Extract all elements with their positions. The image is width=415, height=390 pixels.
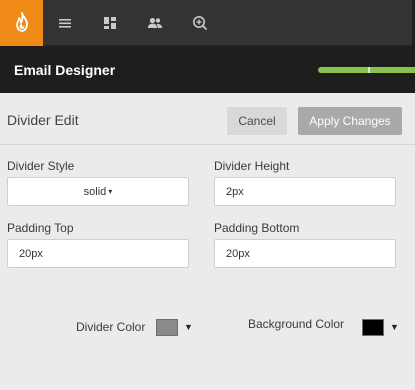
- add-search-icon[interactable]: [190, 13, 210, 33]
- padding-bottom-label: Padding Bottom: [214, 221, 300, 235]
- app-logo[interactable]: [0, 0, 43, 46]
- panel-header: Divider Edit Cancel Apply Changes: [0, 93, 415, 145]
- cancel-button[interactable]: Cancel: [227, 107, 287, 135]
- divider-color-dropdown-icon[interactable]: ▼: [184, 322, 193, 332]
- divider-height-value: 2px: [226, 186, 244, 198]
- chevron-down-icon: ▾: [108, 187, 113, 196]
- menu-lines-icon[interactable]: [55, 13, 75, 33]
- padding-top-value: 20px: [19, 248, 43, 260]
- progress-step-1: [318, 67, 368, 73]
- background-color-dropdown-icon[interactable]: ▼: [390, 322, 399, 332]
- people-icon[interactable]: [145, 13, 165, 33]
- divider-height-label: Divider Height: [214, 159, 290, 173]
- dashboard-grid-icon[interactable]: [100, 13, 120, 33]
- app-title: Email Designer: [14, 62, 116, 78]
- step-progress-bar: [318, 67, 415, 73]
- background-color-swatch[interactable]: [362, 319, 384, 336]
- divider-color-swatch[interactable]: [156, 319, 178, 336]
- divider-style-label: Divider Style: [7, 159, 75, 173]
- top-navigation-bar: [0, 0, 415, 46]
- background-color-label: Background Color: [248, 317, 345, 331]
- divider-color-label: Divider Color: [76, 320, 146, 334]
- padding-bottom-value: 20px: [226, 248, 250, 260]
- padding-bottom-input[interactable]: 20px: [214, 239, 396, 268]
- padding-top-input[interactable]: 20px: [7, 239, 189, 268]
- flame-logo-icon: [15, 12, 28, 32]
- divider-style-value: solid: [83, 186, 107, 198]
- apply-changes-button[interactable]: Apply Changes: [298, 107, 402, 135]
- divider-style-select[interactable]: solid ▾: [7, 177, 189, 206]
- padding-top-label: Padding Top: [7, 221, 74, 235]
- progress-step-2: [370, 67, 415, 73]
- divider-height-input[interactable]: 2px: [214, 177, 396, 206]
- panel-title: Divider Edit: [7, 112, 79, 128]
